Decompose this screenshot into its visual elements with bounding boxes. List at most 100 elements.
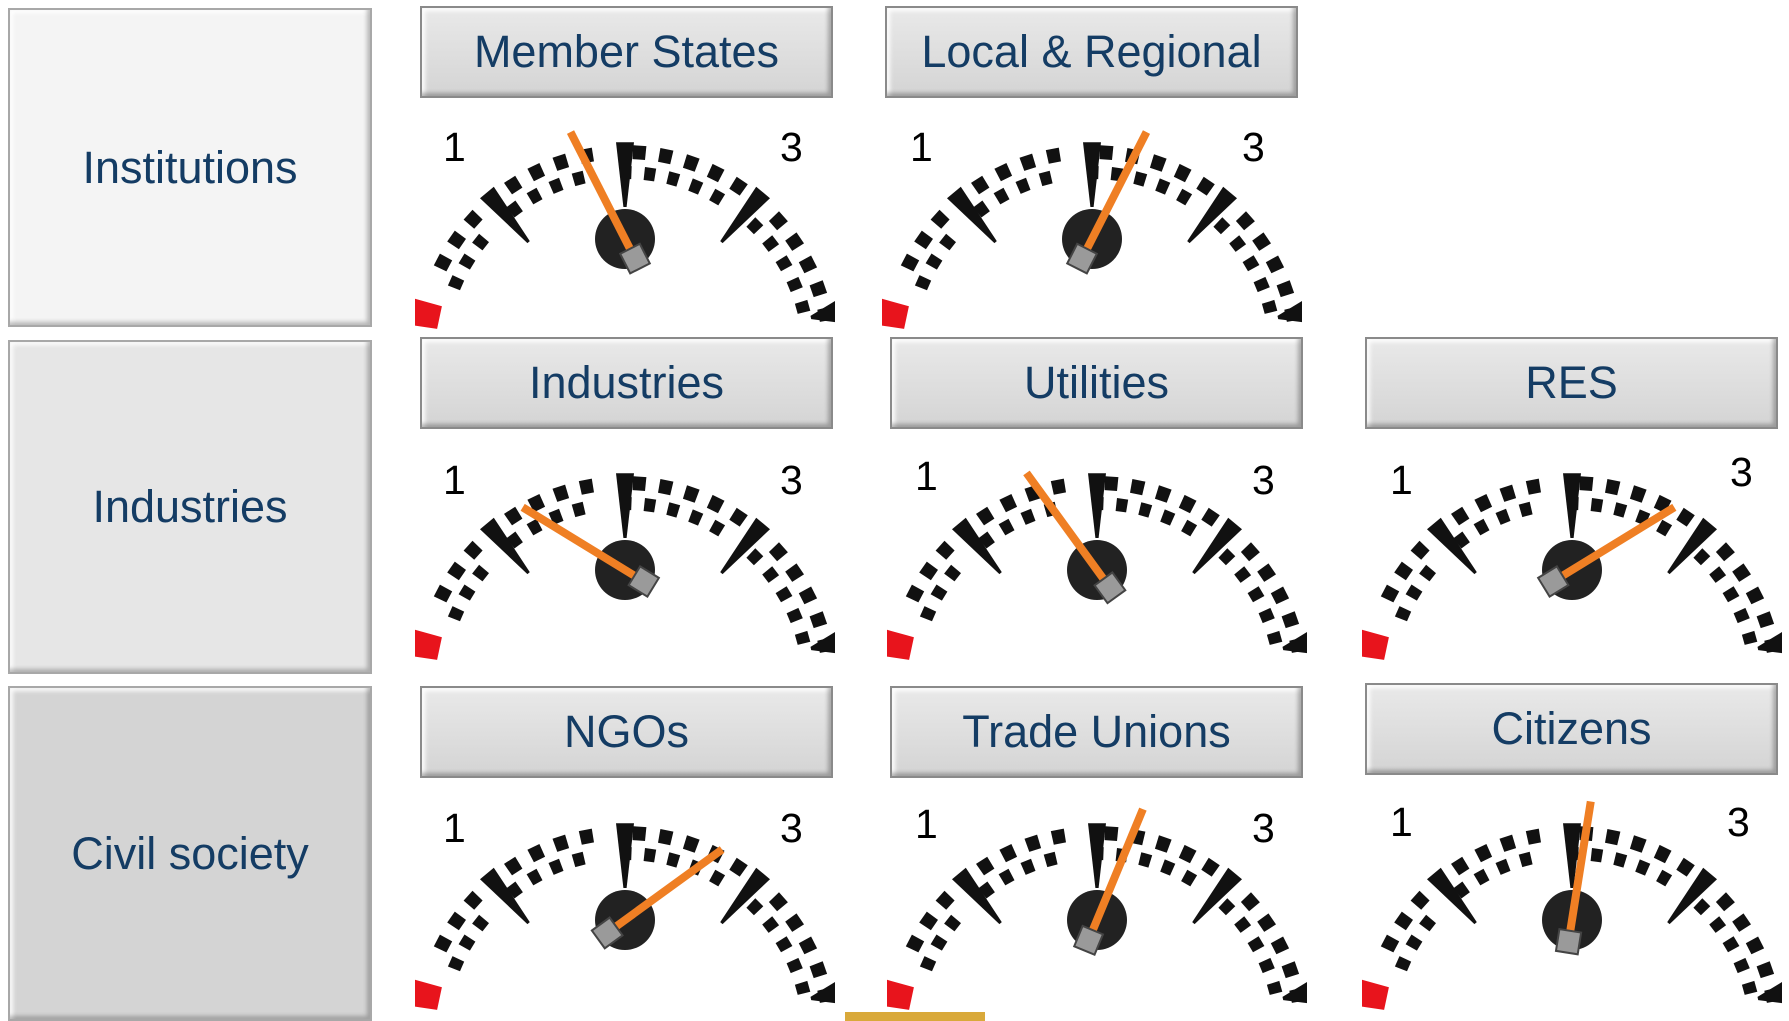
category-label: Member States [473, 26, 780, 77]
accent-bar [845, 1012, 985, 1021]
minor-tick [1451, 506, 1470, 526]
major-tick [1667, 517, 1717, 575]
minor-tick [682, 154, 700, 172]
category-label: RES [1525, 357, 1618, 408]
minor-tick [1240, 892, 1260, 912]
minor-tick [919, 606, 937, 622]
scale-min-label: 1 [910, 124, 933, 170]
minor-tick [1410, 540, 1430, 560]
minor-tick [1656, 869, 1673, 887]
scale-min-label: 1 [443, 457, 466, 503]
minor-tick [809, 961, 828, 979]
row-label-text: Industries [92, 481, 288, 532]
scale-max-label: 3 [780, 124, 803, 170]
category-label: Local & Regional [921, 26, 1262, 77]
minor-tick [526, 187, 543, 205]
row-label-industries: Industries [8, 340, 372, 674]
minor-tick [1154, 835, 1172, 853]
major-tick [1192, 867, 1242, 925]
minor-tick [935, 540, 955, 560]
minor-tick [1133, 171, 1148, 187]
minor-tick [999, 494, 1018, 513]
minor-tick [939, 233, 956, 251]
minor-tick [1745, 936, 1765, 955]
minor-tick [1265, 255, 1285, 274]
minor-tick [1380, 584, 1400, 603]
minor-tick [1178, 844, 1197, 864]
scale-max-label: 3 [1242, 124, 1265, 170]
minor-tick [1240, 542, 1260, 562]
minor-tick [1722, 586, 1740, 603]
minor-tick [666, 852, 681, 868]
minor-tick [1605, 829, 1621, 846]
minor-tick [643, 498, 657, 513]
minor-tick [447, 956, 465, 972]
minor-tick [658, 829, 674, 846]
minor-tick [944, 914, 961, 932]
category-ngos: NGOs [420, 686, 833, 778]
minor-tick [632, 826, 647, 841]
minor-tick [914, 275, 932, 291]
minor-tick [762, 235, 780, 252]
minor-tick [930, 934, 948, 951]
minor-tick [463, 890, 483, 910]
minor-tick [1115, 498, 1129, 513]
major-tick [952, 867, 1002, 925]
minor-tick [994, 163, 1013, 182]
category-citizens: Citizens [1365, 683, 1778, 775]
minor-tick [1605, 479, 1621, 496]
minor-tick [1045, 147, 1061, 164]
minor-tick [786, 607, 803, 624]
minor-tick [1024, 834, 1042, 852]
minor-tick [785, 232, 804, 251]
minor-tick [1281, 611, 1300, 629]
minor-tick [458, 253, 476, 270]
category-member-states: Member States [420, 6, 833, 98]
minor-tick [1252, 232, 1271, 251]
minor-tick [971, 175, 990, 195]
gauge-dial [869, 130, 1315, 329]
major-tick [480, 517, 530, 575]
major-tick [952, 517, 1002, 575]
minor-tick [729, 507, 748, 527]
gauge-member-states: 1 3 [402, 112, 848, 332]
minor-tick [527, 163, 546, 182]
minor-tick [504, 506, 523, 526]
minor-tick [1495, 508, 1511, 525]
category-res: RES [1365, 337, 1778, 429]
minor-tick [578, 478, 594, 495]
minor-tick [472, 914, 489, 932]
scale-max-label: 3 [1252, 805, 1275, 851]
minor-tick [1247, 936, 1265, 953]
minor-tick [1270, 936, 1290, 955]
minor-tick [809, 280, 828, 298]
minor-tick [1276, 280, 1295, 298]
scale-min-label: 1 [443, 124, 466, 170]
category-utilities: Utilities [890, 337, 1303, 429]
minor-tick [905, 934, 925, 953]
minor-tick [1160, 859, 1176, 876]
minor-tick [1405, 584, 1423, 601]
minor-tick [1629, 835, 1647, 853]
minor-tick [786, 957, 803, 974]
major-tick [720, 517, 770, 575]
minor-tick [1635, 859, 1651, 876]
gauge-dial [1349, 800, 1789, 1010]
minor-tick [1394, 606, 1412, 622]
minor-tick [1676, 857, 1695, 877]
minor-tick [1656, 519, 1673, 537]
minor-tick [1019, 153, 1037, 171]
minor-tick [993, 187, 1010, 205]
minor-tick [1020, 508, 1036, 525]
minor-tick [1130, 479, 1146, 496]
minor-tick [1715, 892, 1735, 912]
minor-tick [1015, 177, 1031, 194]
minor-tick [548, 177, 564, 194]
minor-tick [1050, 828, 1066, 845]
category-label: Utilities [1023, 357, 1170, 408]
major-tick [1427, 867, 1477, 925]
minor-tick [798, 586, 818, 605]
minor-tick [1234, 916, 1252, 933]
minor-tick [1756, 611, 1775, 629]
low-zone-mark [402, 977, 442, 1010]
